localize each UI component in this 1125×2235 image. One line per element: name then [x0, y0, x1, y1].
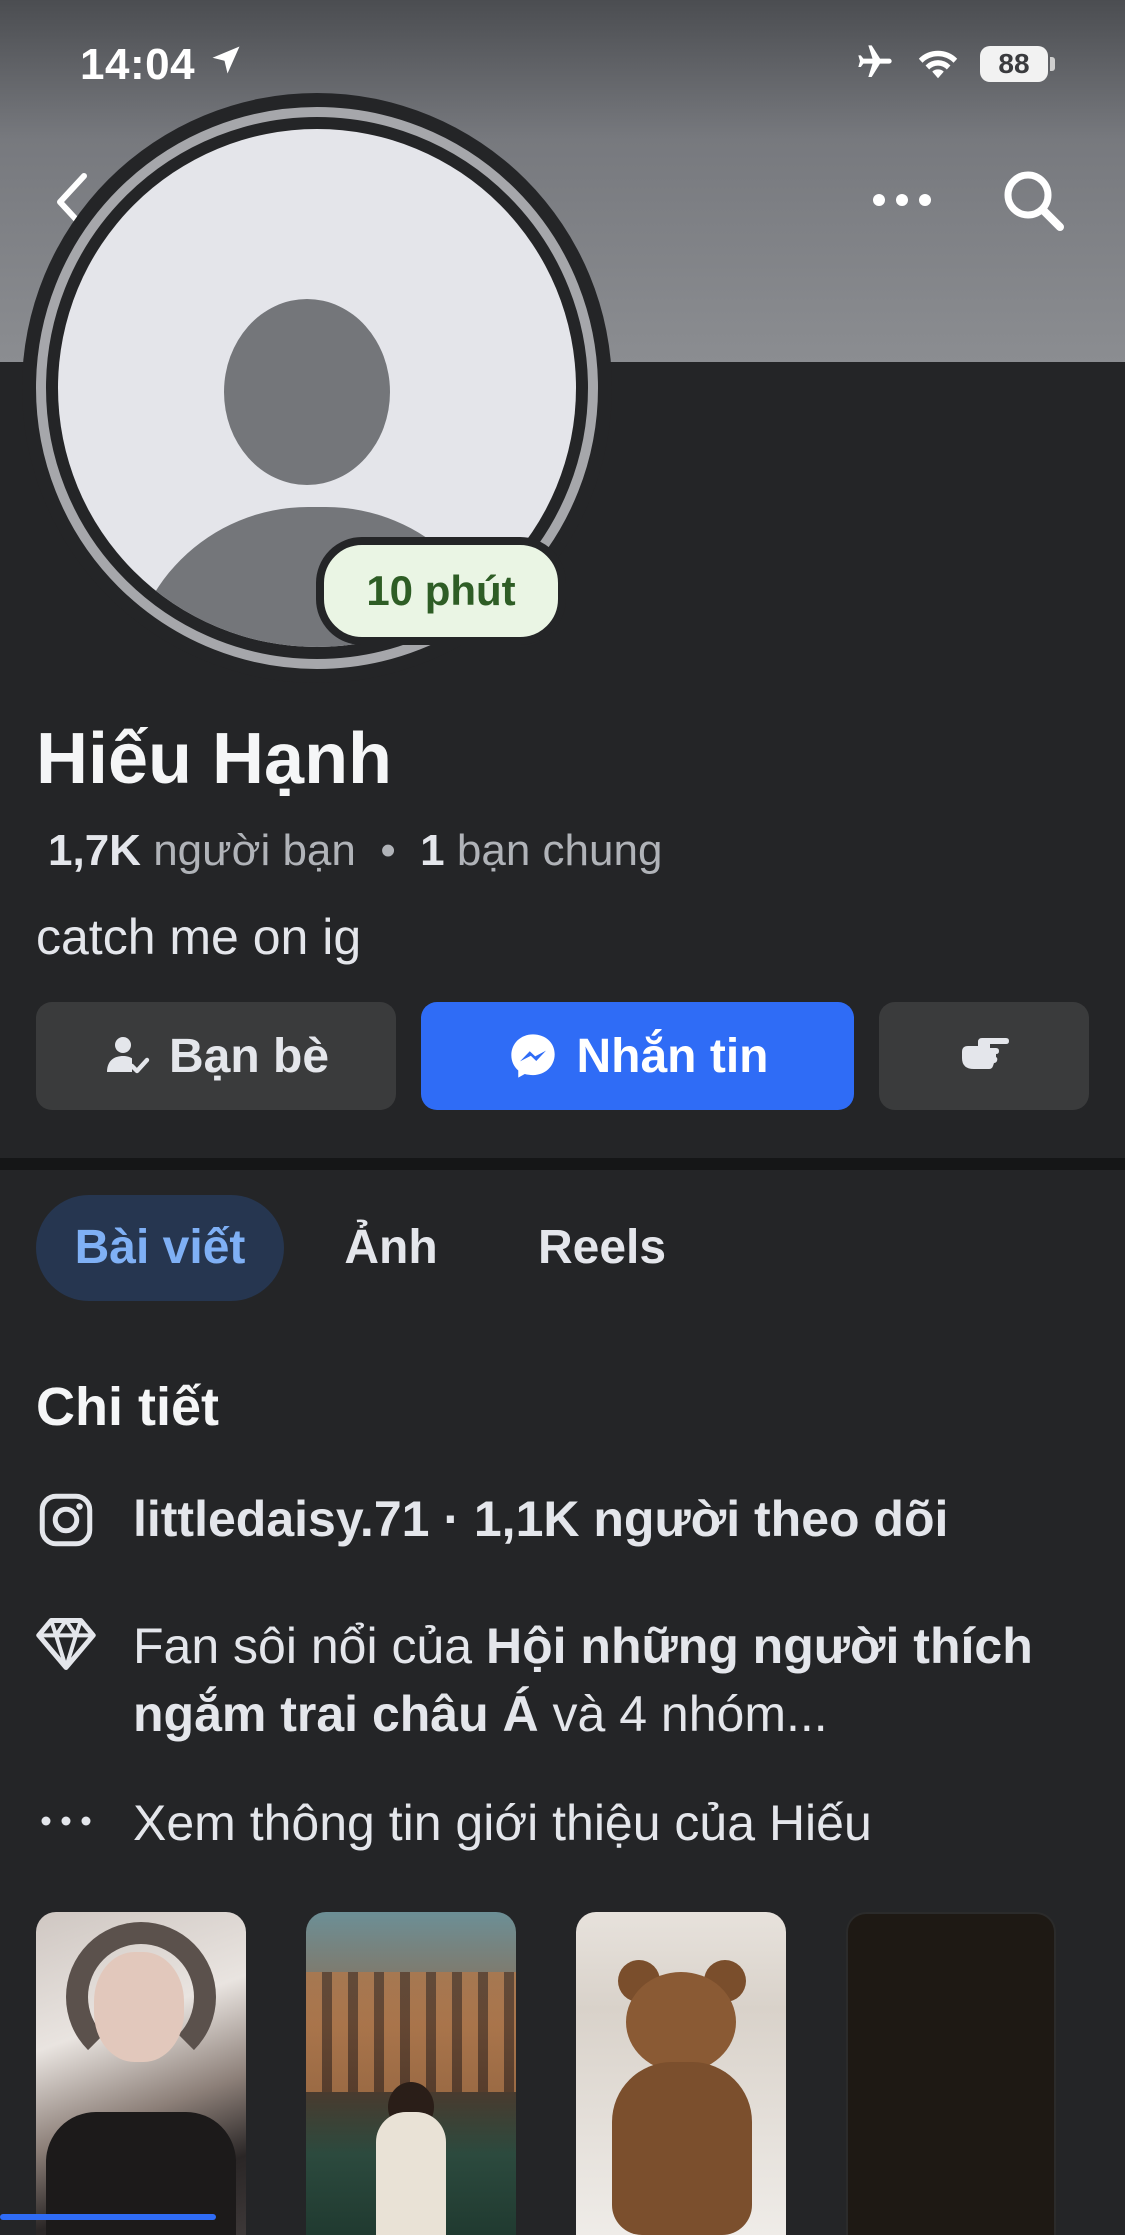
featured-photo-2[interactable] [306, 1912, 516, 2235]
poke-icon [962, 1038, 1009, 1069]
avatar-silhouette-head [224, 299, 390, 485]
more-icon[interactable] [870, 185, 934, 215]
tab-photos[interactable]: Ảnh [316, 1195, 466, 1301]
tab-posts[interactable]: Bài viết [36, 1195, 284, 1301]
scroll-indicator [0, 2214, 216, 2220]
wifi-icon [918, 50, 958, 79]
profile-bio: catch me on ig [36, 909, 362, 965]
battery-indicator: 88 [980, 46, 1048, 82]
photo-building [306, 1972, 516, 2092]
battery-tip [1050, 57, 1055, 71]
separator-dot: • [380, 826, 396, 875]
search-icon[interactable] [998, 165, 1068, 235]
fan-suffix: và 4 nhóm... [538, 1686, 828, 1742]
tab-reels[interactable]: Reels [506, 1195, 698, 1301]
friends-label: người bạn [153, 826, 356, 875]
status-bar: 14:04 88 [0, 0, 1125, 120]
teddy-body [612, 2062, 752, 2235]
messenger-icon [510, 1034, 555, 1078]
see-about-link[interactable]: Xem thông tin giới thiệu của Hiếu [133, 1794, 872, 1852]
photo-person-dress [376, 2112, 446, 2235]
teddy-head [626, 1972, 736, 2072]
details-title: Chi tiết [36, 1377, 219, 1437]
message-button[interactable]: Nhắn tin [421, 1002, 854, 1110]
message-button-label: Nhắn tin [576, 1029, 769, 1083]
active-status-badge: 10 phút [316, 537, 566, 645]
friends-count: 1,7K [48, 826, 141, 875]
friends-summary[interactable]: 1,7K người bạn • 1 bạn chung [48, 826, 662, 876]
airplane-mode-icon [858, 45, 892, 77]
poke-button[interactable] [879, 1002, 1089, 1110]
featured-photo-4[interactable] [846, 1912, 1056, 2235]
section-divider [0, 1158, 1125, 1170]
profile-name: Hiếu Hạnh [36, 719, 393, 799]
photo-subject-face [94, 1952, 184, 2062]
featured-photo-3[interactable] [576, 1912, 786, 2235]
more-horizontal-icon [41, 1816, 91, 1826]
friends-button[interactable]: Bạn bè [36, 1002, 396, 1110]
location-arrow-icon [212, 46, 240, 74]
mutual-label: bạn chung [456, 826, 663, 875]
featured-photo-1[interactable] [36, 1912, 246, 2235]
friends-button-label: Bạn bè [168, 1029, 330, 1083]
mutual-count: 1 [420, 826, 445, 875]
instagram-link[interactable]: littledaisy.71 · 1,1K người theo dõi [133, 1490, 948, 1548]
fan-badge-text[interactable]: Fan sôi nổi của Hội những người thích ng… [133, 1612, 1093, 1748]
friend-check-icon [106, 1037, 150, 1074]
fan-prefix: Fan sôi nổi của [133, 1618, 486, 1674]
diamond-icon [36, 1618, 96, 1670]
instagram-icon [39, 1493, 93, 1547]
status-time: 14:04 [80, 40, 196, 89]
